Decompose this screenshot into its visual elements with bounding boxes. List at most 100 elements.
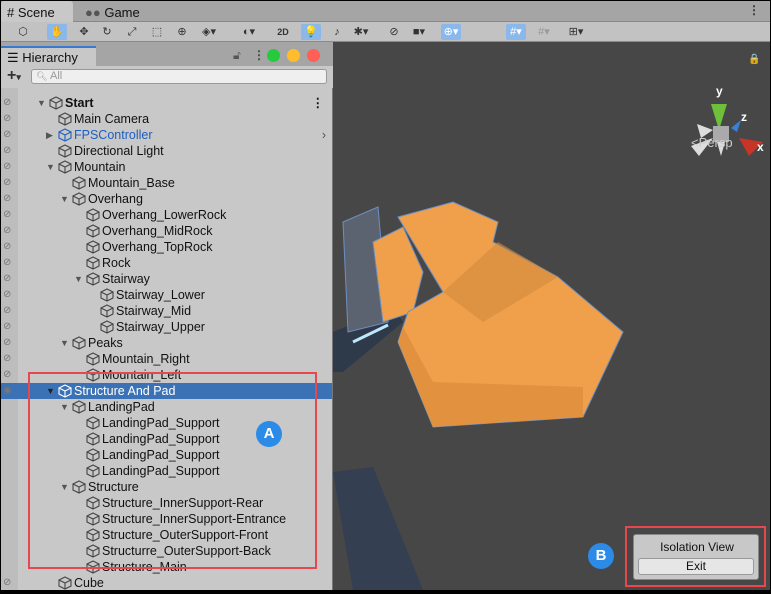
rotate-tool-icon[interactable]: ↻ — [97, 24, 117, 40]
hidden-eye-icon[interactable]: ⊘ — [3, 127, 11, 143]
row-label: Mountain_Right — [102, 352, 190, 366]
hierarchy-row[interactable]: ⊘ Cube — [1, 575, 332, 591]
hidden-eye-icon[interactable]: ⊘ — [3, 175, 11, 191]
tab-scene[interactable]: # Scene — [1, 1, 73, 22]
row-label: Stairway — [102, 272, 150, 286]
minimize-button[interactable] — [287, 49, 300, 62]
hierarchy-row[interactable]: ⊘ Mountain_Base — [1, 175, 332, 191]
row-label: Stairway_Lower — [116, 288, 205, 302]
draw-mode-icon[interactable]: ⬡ — [13, 24, 33, 40]
search-input[interactable]: 🔍︎ All — [31, 69, 327, 84]
row-label: Overhang_TopRock — [102, 240, 213, 254]
expand-arrow-icon[interactable]: ▼ — [74, 271, 83, 287]
gameobject-cube-icon — [58, 576, 72, 590]
hierarchy-row[interactable]: ⊘ Overhang_LowerRock — [1, 207, 332, 223]
hierarchy-row[interactable]: ⊘ ▶ › FPSController — [1, 127, 332, 143]
lock-icon[interactable]: 🔒 — [748, 54, 760, 65]
row-menu-icon[interactable]: ⋮ — [312, 95, 325, 111]
rect-tool-icon[interactable]: ⬚ — [147, 24, 167, 40]
hidden-eye-icon[interactable]: ⊘ — [3, 95, 11, 111]
hierarchy-row[interactable]: ⊘ Stairway_Upper — [1, 319, 332, 335]
gizmos-icon[interactable]: ⊕▾ — [441, 24, 461, 40]
projection-toggle[interactable]: <Persp — [691, 135, 733, 150]
gameobject-cube-icon — [58, 128, 72, 142]
chevron-right-icon[interactable]: › — [322, 127, 326, 143]
hidden-eye-icon[interactable]: ⊘ — [3, 319, 11, 335]
expand-arrow-icon[interactable]: ▼ — [37, 95, 46, 111]
custom-tool-icon[interactable]: ◈▾ — [199, 24, 219, 40]
hidden-eye-icon[interactable]: ⊘ — [3, 159, 11, 175]
audio-toggle-icon[interactable]: ♪ — [327, 24, 347, 40]
hidden-eye-icon[interactable]: ⊘ — [3, 287, 11, 303]
hierarchy-row[interactable]: ⊘ ▼ Start ⋮ — [1, 95, 332, 111]
hierarchy-row[interactable]: ⊘ Overhang_MidRock — [1, 223, 332, 239]
hierarchy-row[interactable]: ⊘ Mountain_Right — [1, 351, 332, 367]
hierarchy-row[interactable]: ⊘ Overhang_TopRock — [1, 239, 332, 255]
hierarchy-row[interactable]: ⊘ Stairway_Mid — [1, 303, 332, 319]
hidden-eye-icon[interactable]: ⊘ — [3, 239, 11, 255]
hierarchy-tab-bar: ☰ Hierarchy 🔓︎ ⋮ — [1, 46, 333, 66]
grid-icon: # — [7, 5, 18, 20]
add-button[interactable]: +▾ — [7, 67, 21, 85]
hidden-eye-icon[interactable]: ⊘ — [3, 575, 11, 591]
hidden-eye-icon[interactable]: ⊘ — [3, 143, 11, 159]
isolation-view-overlay: Isolation View Exit — [633, 534, 759, 580]
hidden-eye-icon[interactable]: ⊘ — [3, 191, 11, 207]
hidden-eye-icon[interactable]: ⊘ — [3, 271, 11, 287]
hidden-eye-icon[interactable]: ⊘ — [3, 207, 11, 223]
row-label: Mountain_Base — [88, 176, 175, 190]
hierarchy-row[interactable]: ⊘ Main Camera — [1, 111, 332, 127]
move-tool-icon[interactable]: ✥ — [74, 24, 94, 40]
hidden-eye-icon[interactable]: ⊘ — [3, 367, 11, 383]
hierarchy-row[interactable]: ⊘ ▼ Stairway — [1, 271, 332, 287]
hierarchy-row[interactable]: ⊘ Directional Light — [1, 143, 332, 159]
search-placeholder: All — [50, 70, 63, 82]
gameobject-cube-icon — [58, 160, 72, 174]
row-label: Stairway_Mid — [116, 304, 192, 318]
grid-snap-icon[interactable]: #▾ — [506, 24, 526, 40]
gameobject-cube-icon — [86, 272, 100, 286]
2d-toggle[interactable]: 2D — [273, 24, 293, 40]
collapse-arrow-icon[interactable]: ▶ — [46, 127, 53, 143]
shading-mode-icon[interactable]: ◐▾ — [239, 24, 259, 40]
hidden-eye-icon[interactable]: ⊘ — [3, 351, 11, 367]
hierarchy-row[interactable]: ⊘ ▼ Mountain — [1, 159, 332, 175]
gamepad-icon: ●● — [85, 5, 105, 20]
lock-icon[interactable]: 🔓︎ — [233, 48, 241, 63]
scale-tool-icon[interactable]: ⤢ — [122, 24, 142, 40]
hierarchy-row[interactable]: ⊘ Stairway_Lower — [1, 287, 332, 303]
panel-menu-icon[interactable]: ⋮ — [253, 48, 265, 62]
snap-increment-icon[interactable]: #▾ — [534, 24, 554, 40]
row-label: FPSController — [74, 128, 153, 142]
camera-icon[interactable]: ■▾ — [409, 24, 429, 40]
hidden-objects-icon[interactable]: ⊘ — [384, 24, 404, 40]
hidden-eye-icon[interactable]: ⊘ — [3, 335, 11, 351]
hierarchy-row[interactable]: ⊘ ▼ Peaks — [1, 335, 332, 351]
transform-tool-icon[interactable]: ⊕ — [172, 24, 192, 40]
row-label: Overhang — [88, 192, 143, 206]
expand-arrow-icon[interactable]: ▼ — [60, 191, 69, 207]
hidden-eye-icon[interactable]: ⊘ — [3, 223, 11, 239]
hierarchy-toolbar: +▾ 🔍︎ All — [1, 66, 333, 88]
scene-view[interactable]: y z x 🔒 <Persp — [333, 42, 770, 590]
expand-arrow-icon[interactable]: ▼ — [60, 335, 69, 351]
hierarchy-row[interactable]: ⊘ ▼ Overhang — [1, 191, 332, 207]
expand-arrow-icon[interactable]: ▼ — [46, 159, 55, 175]
tab-game[interactable]: ●● Game — [79, 1, 146, 22]
exit-isolation-button[interactable]: Exit — [638, 558, 754, 575]
hidden-eye-icon[interactable]: ⊘ — [3, 303, 11, 319]
more-options-icon[interactable]: ⋮ — [748, 3, 760, 17]
maximize-button[interactable] — [267, 49, 280, 62]
hidden-eye-icon[interactable]: ⊘ — [3, 255, 11, 271]
eye-icon[interactable]: ◉ — [3, 383, 12, 399]
gameobject-cube-icon — [86, 208, 100, 222]
hand-tool-icon[interactable]: ✋ — [47, 24, 67, 40]
hidden-eye-icon[interactable]: ⊘ — [3, 111, 11, 127]
orientation-gizmo[interactable]: y z x — [687, 84, 767, 163]
close-button[interactable] — [307, 49, 320, 62]
render-settings-icon[interactable]: ⊞▾ — [566, 24, 586, 40]
hierarchy-row[interactable]: ⊘ Rock — [1, 255, 332, 271]
effects-icon[interactable]: ✱▾ — [351, 24, 371, 40]
lighting-toggle-icon[interactable]: 💡 — [301, 24, 321, 40]
hierarchy-tab[interactable]: ☰ Hierarchy — [1, 46, 96, 66]
